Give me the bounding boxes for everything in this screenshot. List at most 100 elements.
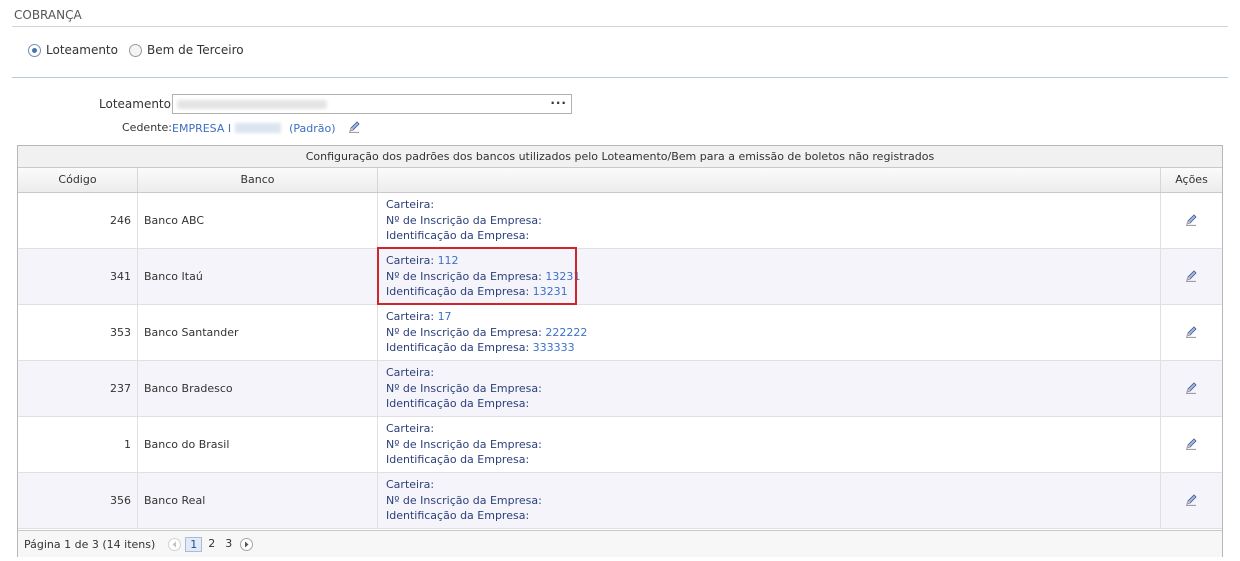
inscricao-label: Nº de Inscrição da Empresa:: [386, 437, 542, 451]
cell-acoes: [1161, 473, 1222, 528]
cedente-label: Cedente:: [122, 121, 172, 134]
inscricao-line: Nº de Inscrição da Empresa: 13231: [386, 269, 580, 285]
cell-codigo: 353: [18, 305, 138, 360]
identificacao-label: Identificação da Empresa:: [386, 509, 530, 523]
lookup-button[interactable]: ···: [550, 96, 567, 110]
inscricao-label: Nº de Inscrição da Empresa:: [386, 325, 542, 339]
inscricao-line: Nº de Inscrição da Empresa:: [386, 493, 542, 509]
edit-row-icon[interactable]: [1185, 325, 1198, 341]
cell-acoes: [1161, 249, 1222, 304]
cedente-default-tag: (Padrão): [289, 121, 336, 135]
cell-config: Carteira: Nº de Inscrição da Empresa: Id…: [378, 193, 1161, 248]
page-3-button[interactable]: 3: [221, 537, 236, 552]
radio-loteamento-label[interactable]: Loteamento: [46, 43, 118, 57]
carteira-line: Carteira:: [386, 421, 434, 437]
identificacao-label: Identificação da Empresa:: [386, 397, 530, 411]
carteira-value: 17: [437, 310, 452, 324]
loteamento-input[interactable]: ···: [172, 94, 572, 114]
table-row[interactable]: 341 Banco Itaú Carteira: 112 Nº de Inscriçã…: [18, 249, 1222, 305]
cell-acoes: [1161, 417, 1222, 472]
inscricao-value: 13231: [545, 269, 581, 283]
pager: Página 1 de 3 (14 itens) 1 2 3: [18, 530, 1222, 557]
cell-banco: Banco do Brasil: [138, 417, 378, 472]
identificacao-line: Identificação da Empresa: 13231: [386, 284, 568, 300]
grid-caption: Configuração dos padrões dos bancos util…: [18, 146, 1222, 168]
cell-codigo: 237: [18, 361, 138, 416]
identificacao-line: Identificação da Empresa:: [386, 508, 529, 524]
cell-config: Carteira: Nº de Inscrição da Empresa: Id…: [378, 361, 1161, 416]
cell-codigo: 1: [18, 417, 138, 472]
table-row[interactable]: 246 Banco ABC Carteira: Nº de Inscrição da…: [18, 193, 1222, 249]
header-banco[interactable]: Banco: [138, 168, 378, 192]
bank-config-grid: Configuração dos padrões dos bancos util…: [17, 145, 1223, 557]
cell-config: Carteira: Nº de Inscrição da Empresa: Id…: [378, 473, 1161, 528]
title-divider: [12, 26, 1228, 27]
inscricao-label: Nº de Inscrição da Empresa:: [386, 381, 542, 395]
inscricao-label: Nº de Inscrição da Empresa:: [386, 269, 542, 283]
edit-cedente-icon[interactable]: [348, 120, 361, 136]
redacted-cedente: [235, 123, 282, 133]
cell-config: Carteira: 17 Nº de Inscrição da Empresa: …: [378, 305, 1161, 360]
form-divider: [12, 77, 1228, 78]
header-acoes: Ações: [1175, 173, 1208, 186]
identificacao-label: Identificação da Empresa:: [386, 229, 530, 243]
next-page-icon[interactable]: [240, 537, 254, 551]
prev-page-icon[interactable]: [168, 537, 182, 551]
radio-bem-de-terceiro[interactable]: [128, 43, 142, 57]
identificacao-label: Identificação da Empresa:: [386, 341, 530, 355]
edit-row-icon[interactable]: [1185, 493, 1198, 509]
section-title: COBRANÇA: [14, 8, 82, 22]
cell-acoes: [1161, 193, 1222, 248]
identificacao-line: Identificação da Empresa:: [386, 228, 529, 244]
radio-loteamento[interactable]: [28, 43, 41, 57]
carteira-label: Carteira:: [386, 422, 435, 436]
table-row[interactable]: 237 Banco Bradesco Carteira: Nº de Inscriç…: [18, 361, 1222, 417]
inscricao-line: Nº de Inscrição da Empresa:: [386, 381, 542, 397]
header-info: [378, 168, 1161, 192]
cell-codigo: 341: [18, 249, 138, 304]
carteira-label: Carteira:: [386, 478, 435, 492]
carteira-line: Carteira:: [386, 197, 434, 213]
page-1-button[interactable]: 1: [185, 536, 203, 552]
cell-acoes: [1161, 361, 1222, 416]
cell-codigo: 246: [18, 193, 138, 248]
carteira-line: Carteira: 17: [386, 309, 452, 325]
cell-config: Carteira: Nº de Inscrição da Empresa: Id…: [378, 417, 1161, 472]
edit-row-icon[interactable]: [1185, 437, 1198, 453]
edit-row-icon[interactable]: [1185, 381, 1198, 397]
loteamento-label: Loteamento: [99, 97, 171, 111]
table-row[interactable]: 353 Banco Santander Carteira: 17 Nº de Insc…: [18, 305, 1222, 361]
inscricao-value: 222222: [545, 325, 588, 339]
edit-row-icon[interactable]: [1185, 269, 1198, 285]
inscricao-label: Nº de Inscrição da Empresa:: [386, 213, 542, 227]
edit-row-icon[interactable]: [1185, 213, 1198, 229]
carteira-line: Carteira:: [386, 477, 434, 493]
cell-banco: Banco ABC: [138, 193, 378, 248]
cedente-name[interactable]: EMPRESA I: [172, 122, 231, 135]
inscricao-line: Nº de Inscrição da Empresa:: [386, 213, 542, 229]
carteira-label: Carteira:: [386, 310, 435, 324]
cell-banco: Banco Itaú: [138, 249, 378, 304]
carteira-line: Carteira:: [386, 365, 434, 381]
identificacao-line: Identificação da Empresa: 333333: [386, 340, 575, 356]
identificacao-line: Identificação da Empresa:: [386, 452, 529, 468]
grid-header: Código Banco Ações: [18, 168, 1222, 193]
carteira-line: Carteira: 112: [386, 253, 459, 269]
carteira-label: Carteira:: [386, 254, 435, 268]
table-row[interactable]: 1 Banco do Brasil Carteira: Nº de Inscriçã…: [18, 417, 1222, 473]
type-radio-group: Loteamento Bem de Terceiro: [28, 43, 255, 57]
identificacao-line: Identificação da Empresa:: [386, 396, 529, 412]
cedente-link[interactable]: EMPRESA I (Padrão): [172, 120, 361, 136]
cell-banco: Banco Real: [138, 473, 378, 528]
carteira-label: Carteira:: [386, 366, 435, 380]
carteira-value: 112: [437, 254, 459, 268]
table-row[interactable]: 356 Banco Real Carteira: Nº de Inscrição d…: [18, 473, 1222, 529]
radio-bem-de-terceiro-label[interactable]: Bem de Terceiro: [147, 43, 244, 57]
cell-banco: Banco Santander: [138, 305, 378, 360]
inscricao-label: Nº de Inscrição da Empresa:: [386, 493, 542, 507]
header-codigo[interactable]: Código: [18, 168, 138, 192]
identificacao-label: Identificação da Empresa:: [386, 285, 530, 299]
identificacao-value: 333333: [532, 341, 575, 355]
page-2-button[interactable]: 2: [204, 537, 219, 552]
redacted-value: [177, 100, 327, 109]
